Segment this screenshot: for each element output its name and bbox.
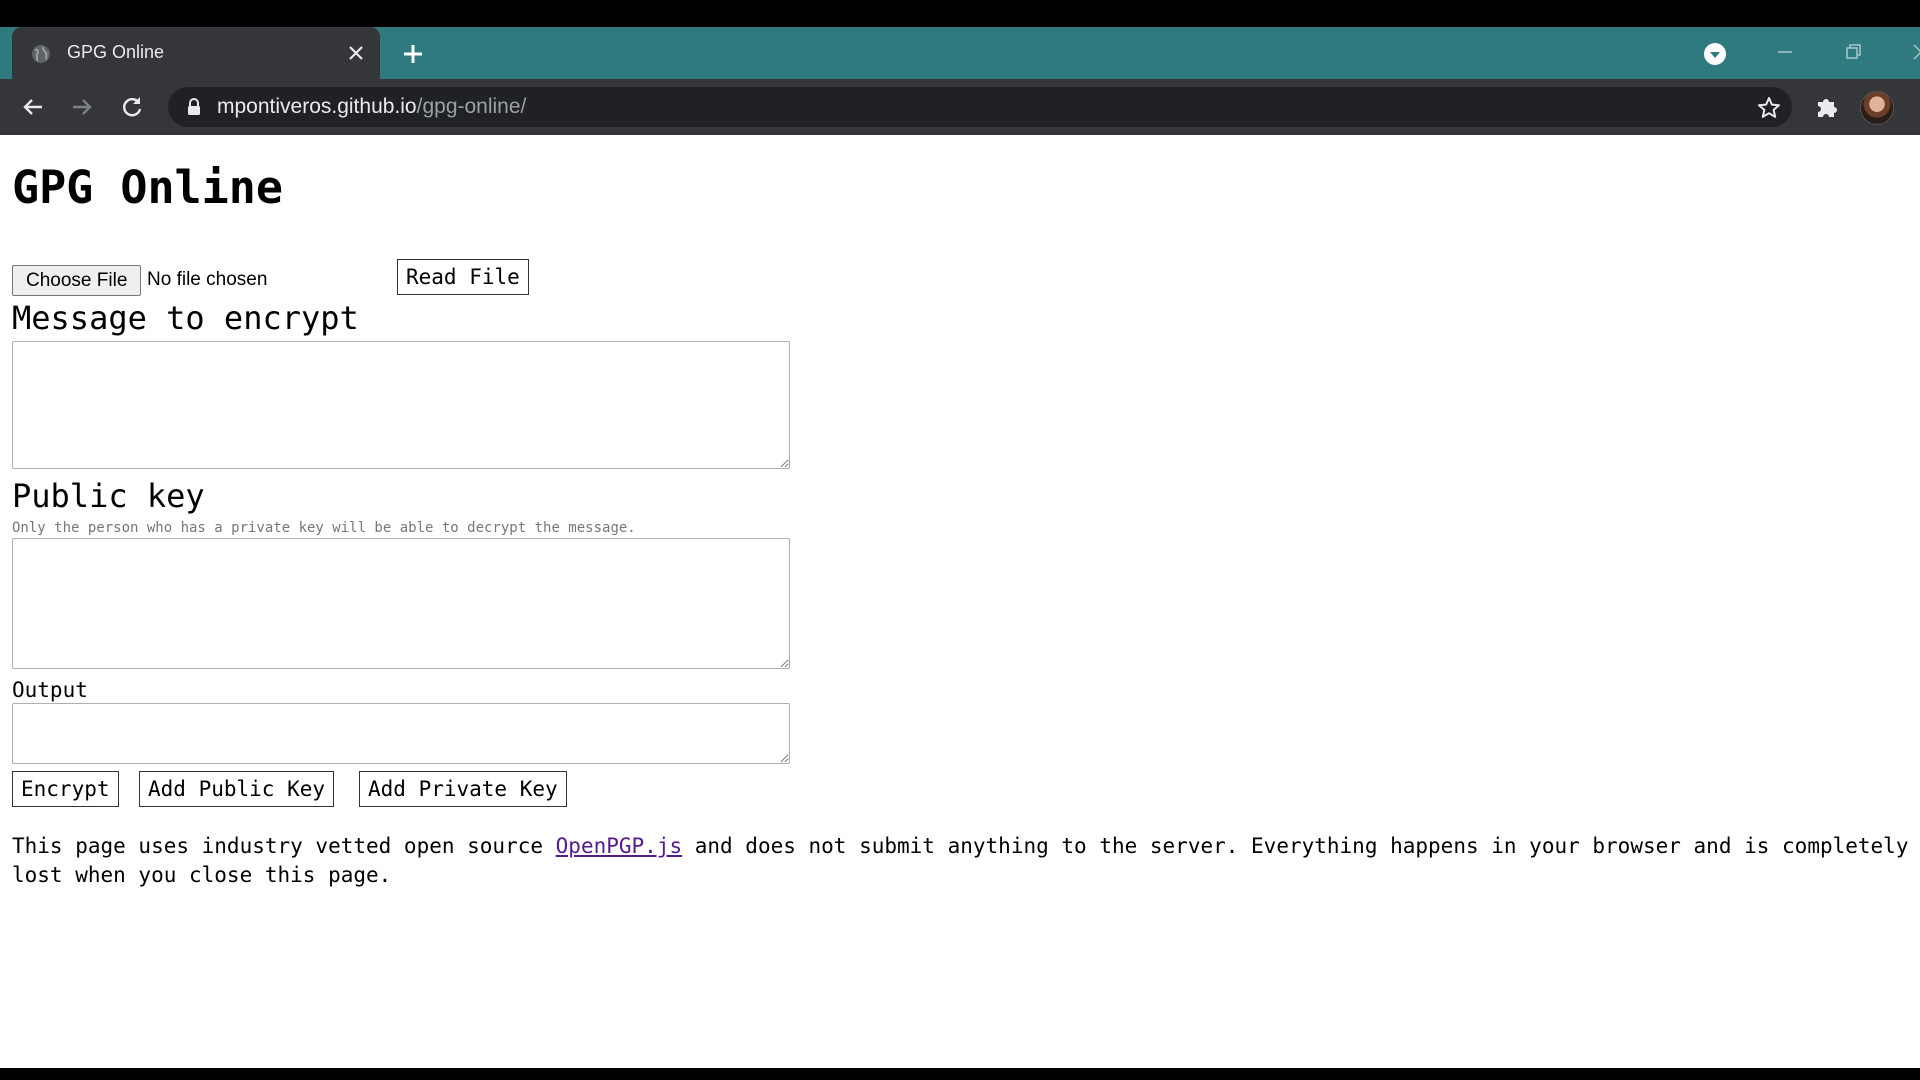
footer-text-before: This page uses industry vetted open sour…: [12, 834, 556, 858]
public-key-hint: Only the person who has a private key wi…: [12, 520, 636, 536]
output-textarea[interactable]: [12, 703, 790, 764]
browser-toolbar: mpontiveros.github.io/gpg-online/: [0, 79, 1920, 135]
add-private-key-button[interactable]: Add Private Key: [359, 771, 567, 807]
tab-title: GPG Online: [67, 42, 165, 62]
read-file-button[interactable]: Read File: [397, 259, 529, 295]
public-key-textarea[interactable]: [12, 538, 790, 669]
close-window-icon[interactable]: [1906, 37, 1920, 67]
avatar[interactable]: [1860, 91, 1894, 125]
globe-icon: [32, 45, 50, 63]
footer-note: This page uses industry vetted open sour…: [12, 832, 1912, 890]
file-status-text: No file chosen: [147, 269, 268, 290]
lock-icon[interactable]: [186, 98, 202, 116]
tab-active[interactable]: GPG Online: [12, 27, 380, 79]
minimize-icon[interactable]: [1770, 37, 1800, 67]
public-key-label: Public key: [12, 477, 205, 515]
arrow-right-icon[interactable]: [68, 93, 96, 121]
arrow-left-icon[interactable]: [19, 93, 47, 121]
url-host: mpontiveros.github.io: [217, 95, 417, 118]
restore-icon[interactable]: [1838, 37, 1868, 67]
tab-strip: GPG Online: [0, 27, 1920, 79]
screen: GPG Online mpontiveros.github.io/gpg-onl…: [0, 0, 1920, 1080]
page-title: GPG Online: [12, 161, 283, 214]
url-text: mpontiveros.github.io/gpg-online/: [217, 95, 526, 119]
close-icon[interactable]: [345, 42, 367, 64]
encrypt-button[interactable]: Encrypt: [12, 771, 119, 807]
add-public-key-button[interactable]: Add Public Key: [139, 771, 335, 807]
chevron-down-circle-icon[interactable]: [1703, 42, 1727, 66]
url-path: /gpg-online/: [416, 95, 527, 118]
message-label: Message to encrypt: [12, 299, 359, 337]
choose-file-button[interactable]: Choose File: [12, 265, 142, 296]
openpgp-link[interactable]: OpenPGP.js: [556, 834, 682, 858]
star-icon[interactable]: [1756, 95, 1782, 121]
web-page: GPG Online Choose File No file chosen Re…: [0, 135, 1920, 1068]
message-textarea[interactable]: [12, 341, 790, 469]
puzzle-icon[interactable]: [1813, 93, 1841, 121]
reload-icon[interactable]: [118, 93, 146, 121]
plus-icon[interactable]: [400, 41, 426, 67]
address-bar[interactable]: mpontiveros.github.io/gpg-online/: [168, 87, 1792, 127]
output-label: Output: [12, 678, 88, 702]
